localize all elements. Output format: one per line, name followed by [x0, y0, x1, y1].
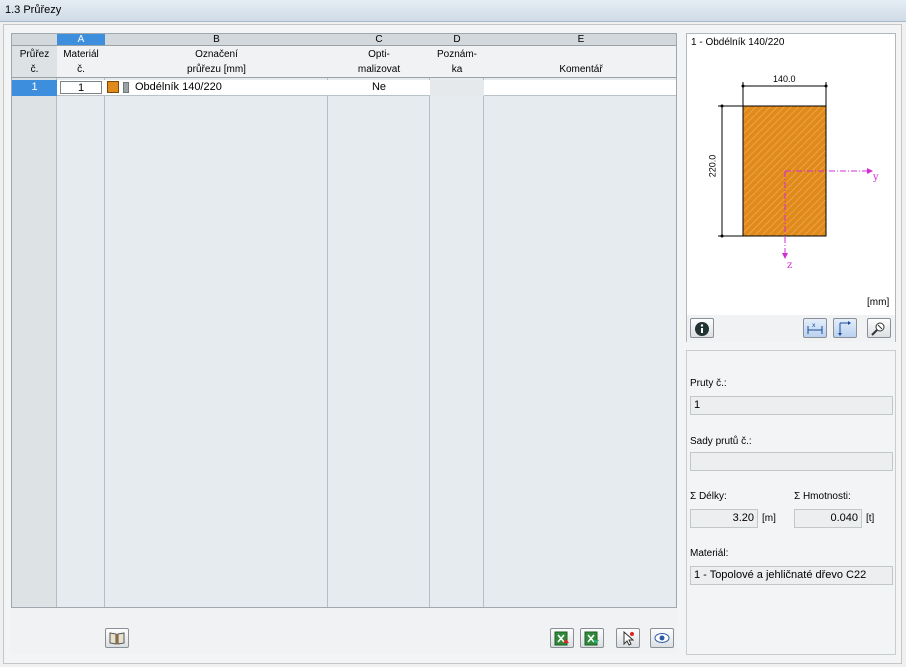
material-cell[interactable]: 1	[57, 80, 105, 96]
height-dimension-label: 220.0	[707, 154, 718, 178]
mass-unit: [t]	[866, 513, 875, 524]
member-sets-label: Sady prutů č.:	[690, 436, 752, 447]
excel-export-icon	[554, 631, 569, 646]
excel-import-icon	[584, 631, 599, 646]
header-rownum-line2: č.	[30, 64, 39, 75]
info-button[interactable]	[690, 318, 714, 338]
axes-button[interactable]	[833, 318, 857, 338]
cross-sections-table: A B C D E Průřez č. Materiál č. Označení…	[11, 33, 677, 608]
preview-toolbar: x	[687, 315, 895, 342]
col-letter-d[interactable]: D	[430, 34, 484, 46]
row-number-cell[interactable]: 1	[12, 80, 57, 96]
header-optimize-line2: malizovat	[357, 64, 401, 75]
zoom-icon	[871, 322, 885, 336]
column-d	[430, 34, 484, 607]
header-comment-line1	[484, 47, 676, 62]
header-rownum: Průřez č.	[12, 46, 57, 78]
view-button[interactable]	[650, 628, 674, 648]
axes-icon	[838, 321, 851, 336]
export-excel-button[interactable]	[550, 628, 574, 648]
rownum-column	[12, 34, 57, 607]
header-material-line1: Materiál	[63, 49, 99, 60]
table-toolbar	[11, 608, 677, 654]
member-sets-field	[690, 452, 893, 471]
header-corner	[12, 34, 57, 46]
total-mass-field: 0.040	[794, 509, 862, 528]
dimension-icon: x	[807, 322, 823, 334]
book-icon	[109, 632, 125, 645]
info-panel: Pruty č.: 1 Sady prutů č.: Σ Délky: 3.20…	[686, 350, 896, 655]
total-mass-label: Σ Hmotnosti:	[794, 491, 851, 502]
length-unit: [m]	[762, 513, 776, 524]
timber-color-swatch	[107, 81, 119, 93]
designation-cell[interactable]: Obdélník 140/220	[105, 80, 328, 96]
header-material-line2: č.	[77, 64, 85, 75]
column-b	[105, 34, 328, 607]
header-designation-line1: Označení	[195, 49, 238, 60]
col-letter-c[interactable]: C	[328, 34, 430, 46]
header-designation-line2: průřezu [mm]	[187, 64, 246, 75]
total-length-field: 3.20	[690, 509, 758, 528]
total-length-label: Σ Délky:	[690, 491, 727, 502]
material-value-box[interactable]: 1	[60, 81, 102, 94]
pointer-select-icon	[623, 631, 635, 646]
designation-text: Obdélník 140/220	[135, 81, 222, 93]
header-note-line2: ka	[451, 64, 463, 75]
info-icon	[695, 322, 709, 336]
dimensions-button[interactable]: x	[803, 318, 827, 338]
select-in-model-button[interactable]	[616, 628, 640, 648]
header-optimize: Opti- malizovat	[328, 46, 430, 78]
header-note-line1: Poznám-	[436, 49, 477, 60]
section-preview: 1 - Obdélník 140/220 140.0 220.0 y z [mm…	[686, 33, 896, 342]
header-material: Materiál č.	[57, 46, 105, 78]
optimize-cell[interactable]: Ne	[328, 80, 430, 96]
library-button[interactable]	[105, 628, 129, 648]
section-shape-icon	[123, 82, 129, 93]
members-label: Pruty č.:	[690, 378, 727, 389]
note-cell	[430, 80, 484, 96]
zoom-button[interactable]	[867, 318, 891, 338]
table-row[interactable]: 1 1 Obdélník 140/220 Ne	[12, 80, 676, 96]
unit-label: [mm]	[867, 297, 890, 308]
window-title: 1.3 Průřezy	[0, 0, 906, 22]
header-comment-line2: Komentář	[559, 64, 603, 75]
column-c	[328, 34, 430, 607]
column-a	[57, 34, 105, 607]
col-letter-b[interactable]: B	[105, 34, 328, 46]
z-axis-label: z	[787, 260, 793, 271]
col-letter-a[interactable]: A	[57, 34, 105, 46]
members-field: 1	[690, 396, 893, 415]
header-rownum-line1: Průřez	[19, 49, 50, 60]
import-excel-button[interactable]	[580, 628, 604, 648]
material-field: 1 - Topolové a jehličnaté dřevo C22	[690, 566, 893, 585]
comment-cell[interactable]	[484, 80, 676, 96]
svg-text:x: x	[812, 322, 816, 329]
header-designation: Označení průřezu [mm]	[105, 46, 328, 78]
material-label: Materiál:	[690, 548, 729, 559]
eye-icon	[654, 633, 670, 643]
column-e	[484, 34, 676, 607]
header-note: Poznám- ka	[430, 46, 484, 78]
col-letter-e[interactable]: E	[484, 34, 676, 46]
header-optimize-line1: Opti-	[368, 49, 390, 60]
header-comment: Komentář	[484, 46, 676, 78]
y-axis-label: y	[873, 172, 879, 183]
width-dimension-label: 140.0	[773, 74, 796, 84]
